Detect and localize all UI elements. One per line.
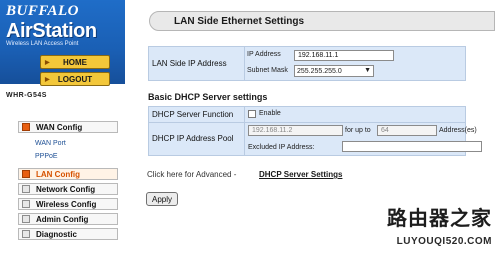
menu-item-network-config[interactable]: Network Config — [18, 183, 118, 195]
apply-button[interactable]: Apply — [146, 192, 178, 206]
menu-item-label: WAN Config — [36, 122, 83, 132]
submenu-wan-port[interactable]: WAN Port — [35, 140, 66, 147]
for-up-to-label: for up to — [345, 127, 371, 134]
dhcp-enable-checkbox[interactable] — [248, 110, 256, 118]
subnet-mask-select[interactable]: 255.255.255.0 ▼ — [294, 65, 374, 77]
menu-item-label: Network Config — [36, 184, 96, 194]
menu-marker-icon — [22, 170, 30, 178]
ip-address-label: IP Address — [247, 51, 281, 58]
chevron-down-icon: ▼ — [364, 67, 371, 74]
excluded-ip-input[interactable] — [342, 141, 482, 152]
menu-item-admin-config[interactable]: Admin Config — [18, 213, 118, 225]
model-name: WHR-G54S — [6, 92, 47, 99]
menu-item-diagnostic[interactable]: Diagnostic — [18, 228, 118, 240]
logout-button-label: LOGOUT — [57, 74, 93, 84]
page-title: LAN Side Ethernet Settings — [149, 11, 495, 31]
menu-item-lan-config[interactable]: LAN Config — [18, 168, 118, 180]
product-tagline: Wireless LAN Access Point — [6, 41, 79, 47]
sidebar: BUFFALO AirStation Wireless LAN Access P… — [0, 0, 125, 253]
menu-marker-icon — [22, 123, 30, 131]
ip-address-input[interactable] — [294, 50, 394, 61]
arrow-right-icon: ▶ — [45, 60, 50, 66]
product-name: AirStation — [6, 20, 97, 42]
lan-ip-label: LAN Side IP Address — [152, 59, 227, 68]
menu-item-label: Diagnostic — [36, 229, 77, 239]
submenu-pppoe[interactable]: PPPoE — [35, 153, 58, 160]
dhcp-section-heading: Basic DHCP Server settings — [148, 92, 268, 102]
dhcp-advanced-link[interactable]: DHCP Server Settings — [259, 170, 342, 179]
advanced-prompt: Click here for Advanced - — [147, 170, 237, 179]
menu-item-wireless-config[interactable]: Wireless Config — [18, 198, 118, 210]
arrow-right-icon: ▶ — [45, 77, 50, 83]
menu-item-wan-config[interactable]: WAN Config — [18, 121, 118, 133]
divider — [244, 107, 245, 155]
excluded-ip-label: Excluded IP Address: — [248, 144, 315, 151]
watermark-url: LUYOUQI520.COM — [396, 236, 492, 247]
menu-item-label: Admin Config — [36, 214, 89, 224]
menu-marker-icon — [22, 200, 30, 208]
dhcp-pool-label: DHCP IP Address Pool — [152, 134, 234, 143]
home-button[interactable]: ▶ HOME — [40, 55, 110, 69]
logout-button[interactable]: ▶ LOGOUT — [40, 72, 110, 86]
menu-item-label: LAN Config — [36, 169, 80, 179]
subnet-mask-label: Subnet Mask — [247, 67, 288, 74]
divider — [244, 47, 245, 80]
subnet-mask-value: 255.255.255.0 — [297, 67, 342, 75]
dhcp-section: DHCP Server Function Enable DHCP IP Addr… — [148, 106, 482, 156]
lan-ip-section: LAN Side IP Address IP Address Subnet Ma… — [148, 46, 466, 81]
watermark-title: 路由器之家 — [387, 208, 492, 230]
dhcp-function-label: DHCP Server Function — [152, 110, 234, 119]
addresses-label: Address(es) — [439, 127, 477, 134]
brand-panel: BUFFALO AirStation Wireless LAN Access P… — [0, 0, 125, 86]
brand-logo: BUFFALO — [6, 3, 79, 19]
pool-count-input[interactable] — [377, 125, 437, 136]
home-button-label: HOME — [63, 57, 87, 67]
divider — [149, 122, 465, 123]
pool-start-input[interactable] — [248, 125, 343, 136]
menu-marker-icon — [22, 215, 30, 223]
enable-label: Enable — [259, 110, 281, 117]
menu-marker-icon — [22, 185, 30, 193]
menu-item-label: Wireless Config — [36, 199, 97, 209]
menu-marker-icon — [22, 230, 30, 238]
